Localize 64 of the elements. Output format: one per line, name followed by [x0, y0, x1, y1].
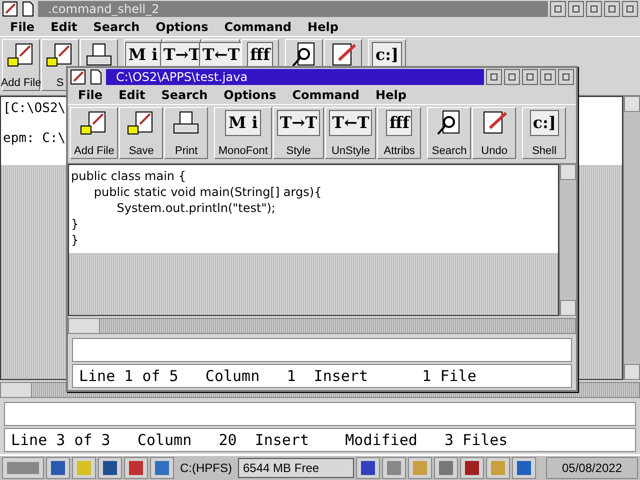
menu-item[interactable]: File — [74, 88, 115, 102]
close-button[interactable] — [522, 69, 538, 85]
menu-item[interactable]: Search — [89, 20, 152, 34]
glyph-icon: fff — [246, 42, 273, 68]
menu-item[interactable]: Edit — [46, 20, 90, 34]
text-line: public class main { — [71, 169, 187, 185]
glyph-icon: M i — [225, 110, 261, 136]
menu-item[interactable]: Search — [157, 88, 220, 102]
text-line: } — [71, 233, 80, 249]
toolbar-button[interactable]: T→T Style — [272, 107, 324, 159]
toolbar-button[interactable]: M i MonoFont — [214, 107, 272, 159]
maximize-button[interactable] — [622, 1, 638, 17]
page-icon[interactable] — [20, 1, 36, 17]
text-line: epm: C:\ — [3, 131, 67, 147]
toolbar-button[interactable]: T←T UnStyle — [325, 107, 376, 159]
window-title: .command_shell_2 — [38, 1, 548, 17]
menu-item[interactable]: Options — [152, 20, 220, 34]
toolbar-button[interactable]: Add File — [2, 39, 40, 91]
minimize-button[interactable] — [540, 69, 556, 85]
menu-item[interactable]: Help — [304, 20, 350, 34]
horizontal-scrollbar[interactable] — [68, 318, 576, 334]
close-button[interactable] — [586, 1, 602, 17]
text-line: } — [71, 217, 80, 233]
pen-icon[interactable] — [2, 1, 18, 17]
text-area[interactable]: public class main { public static void main(String[] args){ System.out.println("test"); } } — [68, 164, 559, 316]
vertical-scrollbar[interactable] — [623, 96, 640, 380]
pen-icon[interactable] — [70, 69, 86, 85]
toolbar-button[interactable]: fff Attribs — [377, 107, 422, 159]
glyph-icon: c:] — [372, 42, 402, 68]
text-line: System.out.println("test"); — [116, 201, 276, 217]
toolbar-button[interactable]: Save — [119, 107, 164, 159]
page-icon[interactable] — [88, 69, 104, 85]
menu-item[interactable]: Help — [372, 88, 418, 102]
command-field[interactable] — [72, 338, 572, 362]
toolbar-button[interactable]: c:] Shell — [522, 107, 566, 159]
printer-icon — [172, 110, 200, 136]
glyph-icon: T←T — [329, 110, 372, 136]
glyph-icon: fff — [386, 110, 412, 136]
minimize-button[interactable] — [604, 1, 620, 17]
text-line: [C:\OS2\ — [3, 101, 67, 117]
text-line: public static void main(String[] args){ — [92, 185, 323, 201]
menu-item[interactable]: Edit — [114, 88, 158, 102]
menu-item[interactable]: File — [6, 20, 47, 34]
menu-item[interactable]: Command — [288, 88, 372, 102]
command-field[interactable] — [4, 402, 636, 426]
free-space-meter: 6544 MB Free — [238, 458, 354, 478]
hide-button[interactable] — [550, 1, 566, 17]
glyph-icon: M i — [125, 42, 161, 68]
toolbar-button[interactable]: Search — [427, 107, 472, 159]
date-display: 05/08/2022 — [546, 457, 638, 479]
menu-item[interactable]: Command — [220, 20, 304, 34]
window-title: C:\OS2\APPS\test.java — [106, 69, 484, 85]
vertical-scrollbar[interactable] — [559, 164, 576, 316]
toolbar-button[interactable]: Add File — [70, 107, 118, 159]
restore-button[interactable] — [504, 69, 520, 85]
hide-button[interactable] — [486, 69, 502, 85]
restore-button[interactable] — [568, 1, 584, 17]
toolbar-button[interactable]: Print — [164, 107, 208, 159]
glyph-icon: c:] — [530, 110, 559, 136]
toolbar-button[interactable]: Undo — [472, 107, 516, 159]
glyph-icon: T→T — [276, 110, 320, 136]
menu-item[interactable]: Options — [220, 88, 288, 102]
maximize-button[interactable] — [558, 69, 574, 85]
drive-label: C:(HPFS) — [179, 461, 233, 475]
